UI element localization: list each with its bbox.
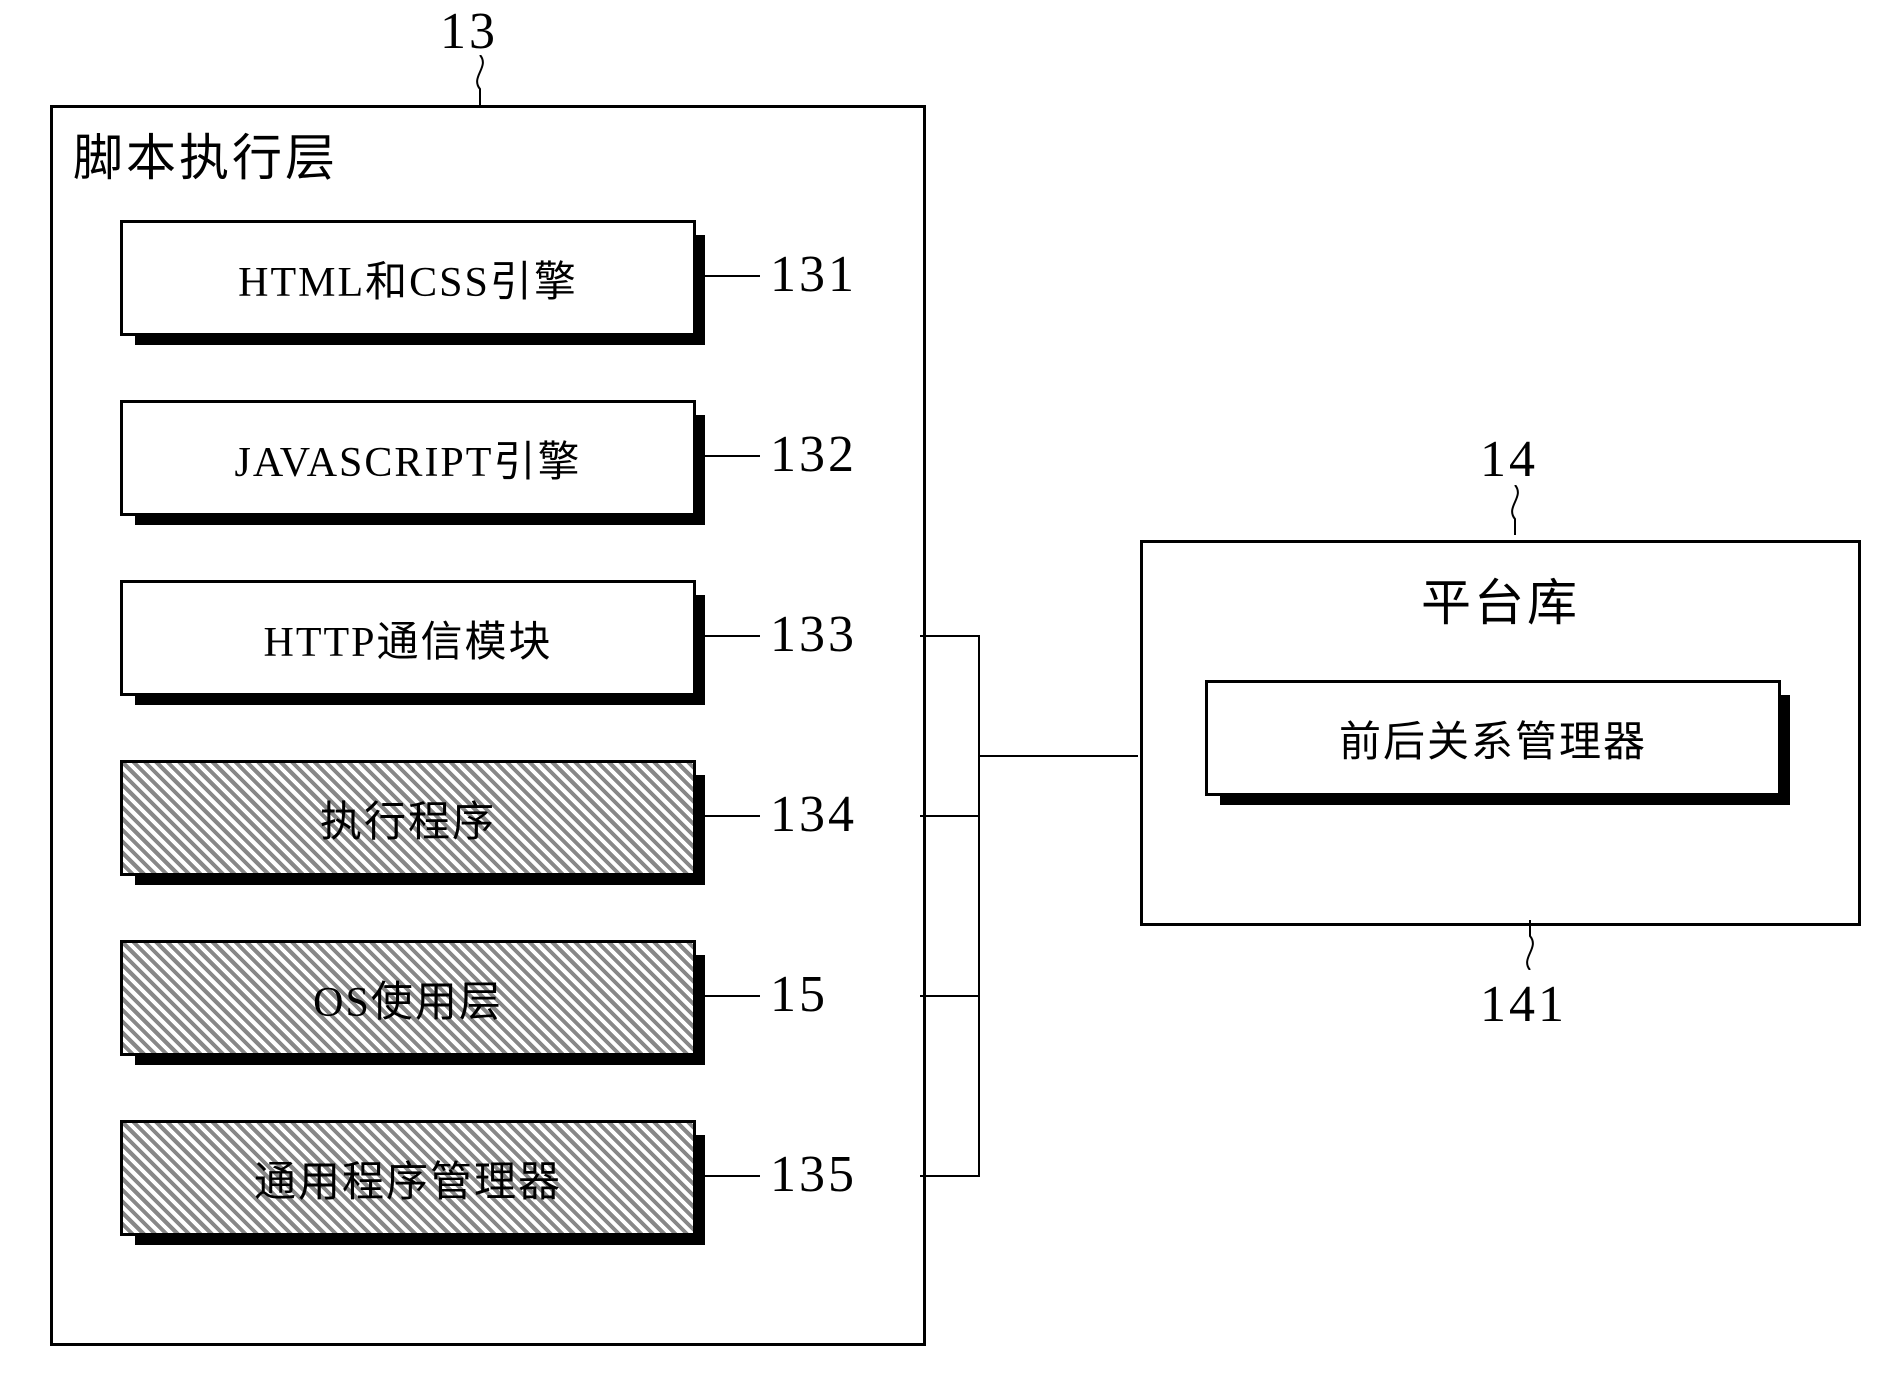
ref-141: 141 <box>1480 975 1567 1034</box>
item2-leader <box>705 455 760 457</box>
item4-label: 执行程序 <box>320 788 496 849</box>
ref-134: 134 <box>770 785 857 844</box>
item4-box: 执行程序 <box>120 760 696 876</box>
bus-stub-4 <box>920 815 980 817</box>
leader-squiggle <box>460 55 500 105</box>
script-exec-layer-title: 脚本执行层 <box>73 118 338 190</box>
bus-vertical <box>978 635 980 1177</box>
ref-133: 133 <box>770 605 857 664</box>
ref-15: 15 <box>770 965 828 1024</box>
item5-label: OS使用层 <box>313 968 503 1029</box>
item2-label: JAVASCRIPT引擎 <box>235 428 582 489</box>
item6-box: 通用程序管理器 <box>120 1120 696 1236</box>
platform-lib-title: 平台库 <box>1143 563 1858 635</box>
diagram-canvas: 13 脚本执行层 HTML和CSS引擎 131 JAVASCRIPT引擎 132… <box>0 0 1901 1392</box>
item4-leader <box>705 815 760 817</box>
item6-leader <box>705 1175 760 1177</box>
leader-squiggle-141 <box>1510 920 1550 970</box>
item3-label: HTTP通信模块 <box>263 608 552 669</box>
item1-box: HTML和CSS引擎 <box>120 220 696 336</box>
item3-leader <box>705 635 760 637</box>
item3-box: HTTP通信模块 <box>120 580 696 696</box>
context-mgr-box: 前后关系管理器 <box>1205 680 1781 796</box>
item1-leader <box>705 275 760 277</box>
bus-to-right <box>978 755 1138 757</box>
ref-131: 131 <box>770 245 857 304</box>
ref-14: 14 <box>1480 430 1538 489</box>
item1-label: HTML和CSS引擎 <box>238 248 578 309</box>
item6-label: 通用程序管理器 <box>254 1148 562 1209</box>
ref-135: 135 <box>770 1145 857 1204</box>
item2-box: JAVASCRIPT引擎 <box>120 400 696 516</box>
ref-132: 132 <box>770 425 857 484</box>
leader-squiggle-14 <box>1495 485 1535 535</box>
item5-box: OS使用层 <box>120 940 696 1056</box>
bus-stub-5 <box>920 995 980 997</box>
bus-stub-6 <box>920 1175 980 1177</box>
bus-stub-3 <box>920 635 980 637</box>
ref-13: 13 <box>440 2 498 61</box>
context-mgr-label: 前后关系管理器 <box>1339 708 1647 769</box>
item5-leader <box>705 995 760 997</box>
